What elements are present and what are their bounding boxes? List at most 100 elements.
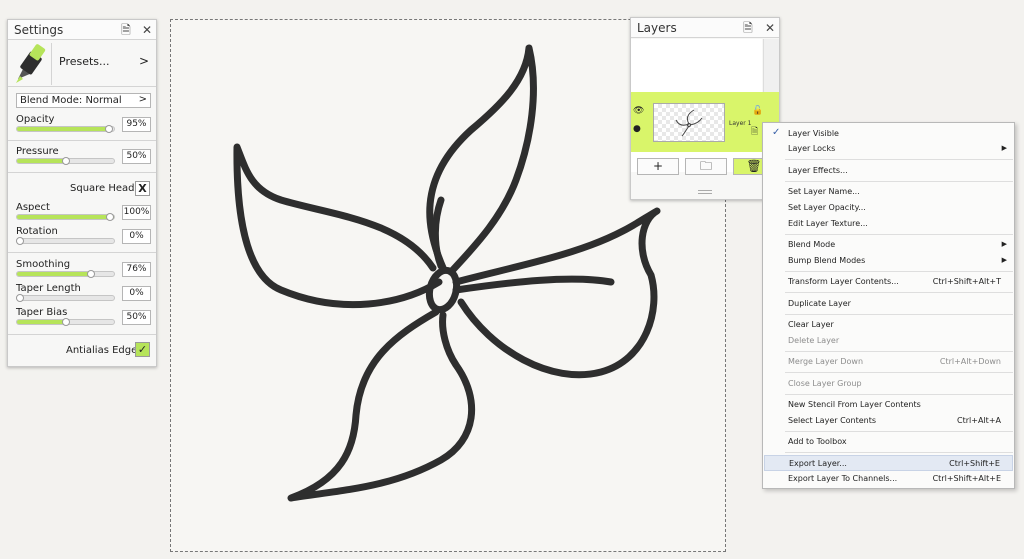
taper-length-value-field[interactable]: 0% [122,286,151,301]
eye-icon[interactable]: 👁 [633,106,644,116]
menu-separator [785,234,1013,235]
layer-row[interactable]: 👁 ● Layer 1 🔓 🗎 [631,92,779,152]
menu-separator [785,314,1013,315]
menu-item-export-layer-to-channels[interactable]: Export Layer To Channels... Ctrl+Shift+Al… [764,471,1013,487]
rotation-value-field[interactable]: 0% [122,229,151,244]
panel-grip[interactable] [698,190,712,194]
smoothing-value-field[interactable]: 76% [122,262,151,277]
rotation-label: Rotation [16,226,58,237]
menu-item-transform-layer-contents[interactable]: Transform Layer Contents... Ctrl+Shift+Al… [764,274,1013,290]
panel-menu-icon[interactable]: 🗎 [118,22,134,38]
opacity-slider[interactable] [16,125,115,133]
menu-item-add-to-toolbox[interactable]: Add to Toolbox [764,434,1013,450]
add-layer-button[interactable]: + [637,158,679,175]
taper-bias-label: Taper Bias [16,307,68,318]
layers-panel: Layers 🗎 ✕ 👁 ● Layer 1 🔓 🗎 + 🗀 🗑 [630,17,780,200]
menu-item-label: Set Layer Name... [788,187,860,196]
panel-menu-icon[interactable]: 🗎 [740,20,756,36]
menu-item-edit-layer-texture[interactable]: Edit Layer Texture... [764,216,1013,232]
menu-item-label: Merge Layer Down [788,357,864,366]
menu-separator [785,292,1013,293]
menu-separator [785,431,1013,432]
pressure-slider-knob[interactable] [61,157,70,165]
rotation-slider-knob[interactable] [16,237,24,245]
menu-item-label: New Stencil From Layer Contents [788,400,921,409]
menu-item-layer-effects[interactable]: Layer Effects... [764,163,1013,179]
opacity-slider-knob[interactable] [105,125,114,133]
menu-item-clear-layer[interactable]: Clear Layer [764,317,1013,333]
menu-separator [785,271,1013,272]
folder-icon[interactable]: 🗀 [685,158,727,175]
smoothing-slider-knob[interactable] [86,270,95,278]
antialias-label: Antialias Edge [66,345,138,356]
blend-mode-dropdown[interactable]: Blend Mode: Normal > [16,93,151,108]
settings-panel: Settings 🗎 ✕ Presets... > Blend Mode: No… [7,19,157,367]
menu-item-duplicate-layer[interactable]: Duplicate Layer [764,296,1013,312]
taper-bias-slider[interactable] [16,318,115,326]
menu-item-blend-mode[interactable]: Blend Mode ▶ [764,237,1013,253]
presets-label: Presets... [59,55,110,68]
marker-tool-icon [12,43,52,85]
menu-item-export-layer[interactable]: Export Layer... Ctrl+Shift+E [764,455,1013,471]
menu-separator [785,181,1013,182]
menu-item-layer-locks[interactable]: Layer Locks ▶ [764,141,1013,157]
menu-item-shortcut: Ctrl+Shift+E [949,459,1000,468]
menu-item-shortcut: Ctrl+Alt+A [957,416,1001,425]
menu-separator [785,159,1013,160]
menu-item-set-layer-name[interactable]: Set Layer Name... [764,184,1013,200]
menu-item-close-layer-group: Close Layer Group [764,376,1013,392]
taper-bias-slider-knob[interactable] [61,318,70,326]
menu-separator [785,394,1013,395]
aspect-value-field[interactable]: 100% [122,205,151,220]
smoothing-slider[interactable] [16,270,115,278]
opacity-value-field[interactable]: 95% [122,117,151,132]
smoothing-slider-fill [17,272,91,276]
lock-icon[interactable]: 🔓 [752,106,763,116]
opacity-slider-fill [17,127,110,131]
menu-item-delete-layer: Delete Layer [764,333,1013,349]
pressure-label: Pressure [16,146,59,157]
menu-item-shortcut: Ctrl+Shift+Alt+T [932,277,1001,286]
menu-item-select-layer-contents[interactable]: Select Layer Contents Ctrl+Alt+A [764,413,1013,429]
layers-panel-title: Layers [637,21,677,35]
menu-item-set-layer-opacity[interactable]: Set Layer Opacity... [764,200,1013,216]
menu-item-label: Duplicate Layer [788,299,851,308]
smoothing-label: Smoothing [16,259,71,270]
menu-item-label: Transform Layer Contents... [788,277,899,286]
presets-arrow-icon: > [138,54,149,68]
taper-bias-value-field[interactable]: 50% [122,310,151,325]
checkmark-icon: ✓ [772,127,781,138]
settings-panel-title: Settings [14,23,64,37]
layer-actions: + 🗀 🗑 [631,155,779,181]
rotation-slider[interactable] [16,237,115,245]
antialias-checkbox[interactable]: ✓ [135,342,150,357]
divider [8,334,156,335]
layer-dot-icon[interactable]: ● [633,124,641,134]
menu-item-new-stencil-from-layer-contents[interactable]: New Stencil From Layer Contents [764,397,1013,413]
square-head-checkbox[interactable]: X [135,181,150,196]
menu-item-label: Add to Toolbox [788,437,847,446]
menu-item-label: Export Layer... [789,459,847,468]
layer-name: Layer 1 [729,120,752,127]
menu-item-layer-visible[interactable]: ✓ Layer Visible [764,126,1013,142]
layer-menu-icon[interactable]: 🗎 [751,124,758,140]
blend-mode-label: Blend Mode: Normal [20,95,122,106]
aspect-slider[interactable] [16,213,115,221]
taper-length-slider[interactable] [16,294,115,302]
aspect-slider-knob[interactable] [106,213,114,221]
close-icon[interactable]: ✕ [762,20,778,36]
submenu-arrow-icon: ▶ [1001,144,1007,152]
taper-length-slider-knob[interactable] [16,294,24,302]
pressure-slider[interactable] [16,157,115,165]
presets-button[interactable]: Presets... > [8,41,156,87]
pressure-value-field[interactable]: 50% [122,149,151,164]
menu-item-label: Delete Layer [788,336,840,345]
menu-item-label: Close Layer Group [788,379,862,388]
menu-item-bump-blend-modes[interactable]: Bump Blend Modes ▶ [764,253,1013,269]
menu-separator [785,372,1013,373]
layer-context-menu: ✓ Layer Visible Layer Locks ▶ Layer Effects.… [762,122,1015,489]
menu-item-label: Layer Locks [788,144,836,153]
layer-thumbnail [653,103,725,142]
close-icon[interactable]: ✕ [139,22,155,38]
submenu-arrow-icon: ▶ [1001,256,1007,264]
